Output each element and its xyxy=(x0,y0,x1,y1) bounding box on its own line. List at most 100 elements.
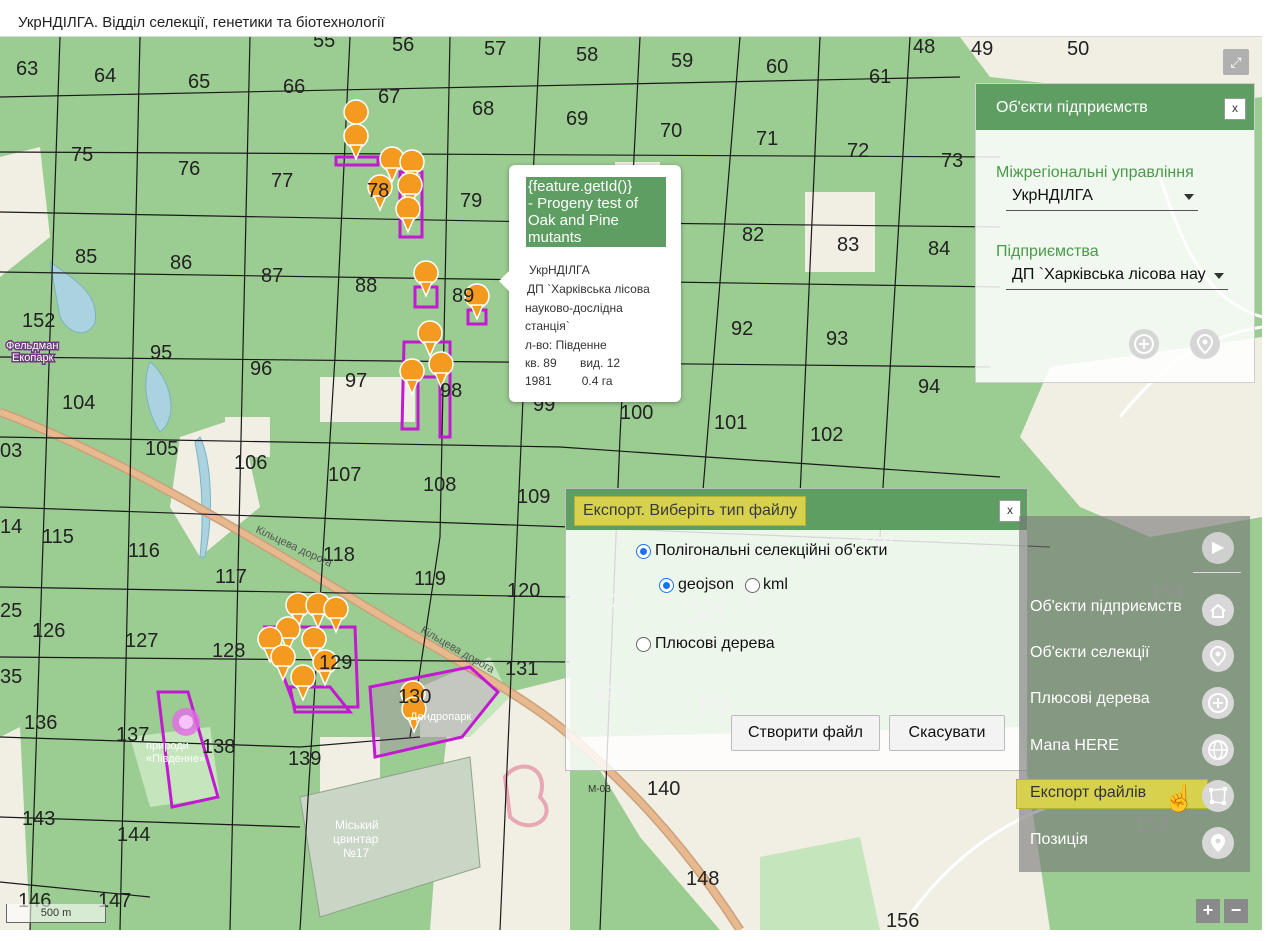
popup-title: {feature.getId()} - Progeny test of Oak … xyxy=(526,177,666,247)
quarter-label: 48 xyxy=(913,37,935,58)
radio-kml[interactable] xyxy=(745,578,760,593)
region-select[interactable]: УкрНДІЛГА xyxy=(1006,184,1198,211)
quarter-label: 100 xyxy=(620,402,653,424)
quarter-label: 137 xyxy=(116,724,149,746)
quarter-label: 55 xyxy=(313,37,335,52)
quarter-label: 116 xyxy=(128,540,160,562)
quarter-label: 70 xyxy=(660,120,682,142)
radio-geojson[interactable] xyxy=(659,578,674,593)
chevron-down-icon xyxy=(1214,273,1224,279)
menu-item-here-map[interactable]: Мапа HERE xyxy=(1030,737,1119,755)
plus-circle-icon xyxy=(1134,334,1154,354)
quarter-label: 109 xyxy=(517,486,550,508)
quarter-label: 50 xyxy=(1067,38,1089,60)
quarter-label: 63 xyxy=(16,58,38,80)
quarter-label: 65 xyxy=(188,71,210,93)
cancel-button[interactable]: Скасувати xyxy=(889,715,1005,751)
locate-button[interactable] xyxy=(1190,329,1220,359)
dialog-title: Експорт. Виберіть тип файлу xyxy=(574,496,807,526)
location-icon[interactable] xyxy=(1202,827,1234,859)
quarter-label: 108 xyxy=(423,474,456,496)
quarter-label: 83 xyxy=(837,234,859,256)
map-place-label: Міський xyxy=(335,818,379,832)
polygon-export-icon[interactable] xyxy=(1202,780,1234,812)
zoom-in-button[interactable]: + xyxy=(1196,899,1220,923)
zoom-out-button[interactable]: − xyxy=(1224,899,1248,923)
menu-item-position[interactable]: Позиція xyxy=(1030,831,1088,849)
menu-item-selection-objects[interactable]: Об'єкти селекції xyxy=(1030,644,1149,662)
map-place-label: цвинтар xyxy=(333,832,379,846)
quarter-label: 14 xyxy=(0,516,22,538)
quarter-label: 92 xyxy=(731,318,753,340)
quarter-label: 89 xyxy=(452,285,474,307)
quarter-label: 156 xyxy=(886,910,919,930)
quarter-label: 64 xyxy=(94,65,116,87)
enterprise-label: Підприємства xyxy=(996,243,1099,260)
quarter-label: 152 xyxy=(22,310,55,332)
radio-plus-trees[interactable] xyxy=(636,637,651,652)
quarter-label: 120 xyxy=(507,580,540,602)
region-label: Міжрегіональні управління xyxy=(996,164,1194,181)
quarter-label: 86 xyxy=(170,252,192,274)
quarter-label: 88 xyxy=(355,275,377,297)
radio-polygons-label: Полігональні селекційні об'єкти xyxy=(655,542,888,559)
popup-line: 1981 0.4 га xyxy=(525,374,613,388)
menu-item-export-files[interactable]: Експорт файлів xyxy=(1030,784,1146,802)
quarter-label: 128 xyxy=(212,640,245,662)
map-place-label: М-03 xyxy=(588,784,611,795)
panel-header: Об'єкти підприємств x xyxy=(976,84,1254,130)
quarter-label: 115 xyxy=(42,526,74,548)
quarter-label: 139 xyxy=(288,748,321,770)
scale-bar: 500 m xyxy=(6,904,106,923)
quarter-label: 67 xyxy=(378,86,400,108)
building-icon[interactable] xyxy=(1202,594,1234,626)
enterprise-select-value: ДП `Харківська лісова нау xyxy=(1012,266,1206,283)
quarter-label: 130 xyxy=(398,686,431,708)
quarter-label: 105 xyxy=(145,438,178,460)
create-file-button[interactable]: Створити файл xyxy=(731,715,880,751)
quarter-label: 94 xyxy=(918,376,940,398)
globe-icon[interactable] xyxy=(1202,734,1234,766)
quarter-label: 148 xyxy=(686,868,719,890)
quarter-label: 85 xyxy=(75,246,97,268)
feature-popup: {feature.getId()} - Progeny test of Oak … xyxy=(499,165,681,402)
menu-item-enterprise-objects[interactable]: Об'єкти підприємств xyxy=(1030,598,1182,616)
popup-line: ДП `Харківська лісова xyxy=(527,282,650,296)
add-circle-button[interactable] xyxy=(1129,329,1159,359)
fullscreen-button[interactable]: ⤢ xyxy=(1223,49,1249,75)
radio-kml-label: kml xyxy=(763,576,788,593)
quarter-label: 131 xyxy=(505,658,538,680)
quarter-label: 138 xyxy=(202,736,235,758)
menu-item-plus-trees[interactable]: Плюсові дерева xyxy=(1030,690,1150,708)
expand-icon: ⤢ xyxy=(1230,54,1242,70)
quarter-label: 129 xyxy=(319,652,352,674)
map-place-label: Фельдман xyxy=(6,340,58,352)
quarter-label: 144 xyxy=(117,824,150,846)
quarter-label: 118 xyxy=(323,544,355,566)
quarter-label: 84 xyxy=(928,238,950,260)
plus-circle-icon[interactable] xyxy=(1202,687,1234,719)
quarter-label: 03 xyxy=(0,440,22,462)
panel-close-button[interactable]: x xyxy=(1224,98,1246,120)
quarter-label: 68 xyxy=(472,98,494,120)
quarter-label: 127 xyxy=(125,630,158,652)
quarter-label: 77 xyxy=(271,170,293,192)
quarter-label: 25 xyxy=(0,600,22,622)
region-select-value: УкрНДІЛГА xyxy=(1012,187,1093,204)
map-place-label: «Південне» xyxy=(146,753,205,765)
chevron-right-icon: ▶ xyxy=(1211,539,1225,556)
quarter-label: 66 xyxy=(283,76,305,98)
map-pin-icon[interactable] xyxy=(1202,640,1234,672)
quarter-label: 136 xyxy=(24,712,57,734)
enterprise-select[interactable]: ДП `Харківська лісова нау xyxy=(1006,263,1228,290)
radio-polygons[interactable] xyxy=(636,544,651,559)
popup-title-line: - Progeny test of xyxy=(528,195,639,212)
dialog-close-button[interactable]: x xyxy=(999,500,1021,522)
popup-title-line: Oak and Pine xyxy=(528,212,619,229)
quarter-label: 95 xyxy=(150,342,172,364)
quarter-label: 101 xyxy=(714,412,747,434)
collapse-menu-button[interactable]: ▶ xyxy=(1202,532,1234,564)
quarter-label: 107 xyxy=(328,464,361,486)
quarter-label: 104 xyxy=(62,392,95,414)
quarter-label: 49 xyxy=(971,38,993,60)
